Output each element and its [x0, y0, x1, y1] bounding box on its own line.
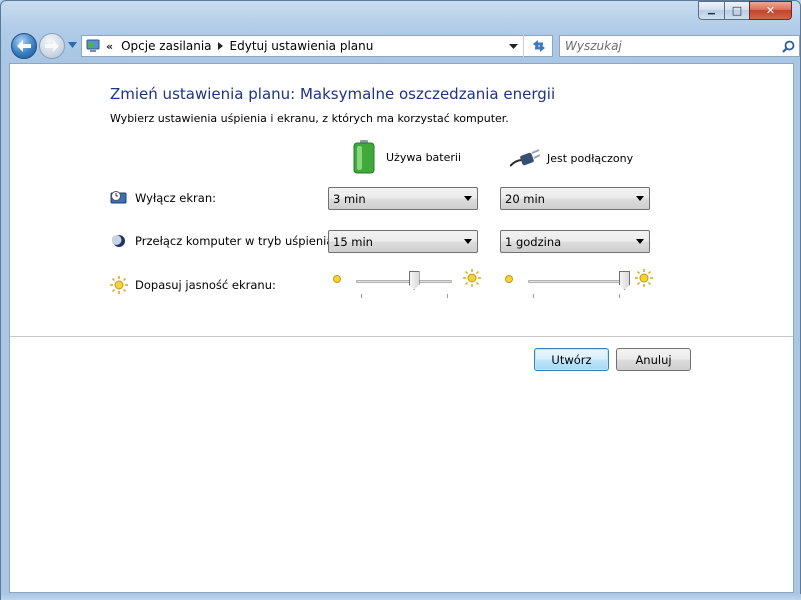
sleep-label: Przełącz komputer w tryb uśpienia: — [135, 234, 338, 248]
arrow-left-icon — [17, 40, 31, 52]
back-button[interactable] — [11, 33, 37, 59]
slider-track — [356, 280, 452, 283]
search-button[interactable] — [777, 36, 799, 56]
sleep-plugged-value: 1 godzina — [505, 234, 562, 249]
column-header-battery: Używa baterii — [353, 140, 461, 174]
display-battery-value: 3 min — [333, 191, 366, 206]
battery-icon — [353, 140, 375, 174]
chevron-down-icon — [636, 239, 644, 244]
sleep-plugged-select[interactable]: 1 godzina — [500, 230, 650, 253]
display-label: Wyłącz ekran: — [135, 191, 216, 205]
refresh-icon — [532, 40, 545, 52]
slider-thumb[interactable] — [619, 271, 630, 290]
brightness-high-icon — [463, 269, 481, 287]
create-button[interactable]: Utwórz — [534, 348, 609, 371]
slider-thumb[interactable] — [408, 271, 420, 290]
close-button[interactable]: ✕ — [749, 1, 792, 20]
chevron-down-icon — [636, 196, 644, 201]
brightness-high-icon — [635, 269, 653, 287]
breadcrumb-item-edit-plan[interactable]: Edytuj ustawienia planu — [227, 39, 377, 53]
recent-pages-button[interactable] — [67, 39, 77, 51]
brightness-plugged-slider[interactable] — [504, 269, 653, 301]
section-divider — [10, 336, 793, 337]
arrow-right-icon — [45, 40, 59, 52]
cancel-button[interactable]: Anuluj — [616, 348, 691, 371]
refresh-button[interactable] — [523, 35, 553, 57]
control-panel-icon — [82, 36, 104, 56]
display-plugged-value: 20 min — [505, 191, 545, 206]
page-subtitle: Wybierz ustawienia uśpienia i ekranu, z … — [110, 112, 509, 125]
power-plug-icon — [510, 149, 540, 167]
monitor-clock-icon — [110, 189, 128, 207]
navigation-bar: « Opcje zasilania Edytuj ustawienia plan… — [9, 31, 800, 61]
forward-button[interactable] — [39, 33, 65, 59]
chevron-down-icon — [464, 239, 472, 244]
slider-track — [528, 280, 624, 283]
brightness-icon — [110, 276, 128, 294]
slider-tick-end — [447, 294, 448, 298]
column-label-plugged: Jest podłączony — [547, 151, 634, 165]
chevron-down-icon — [464, 196, 472, 201]
content-panel: Zmień ustawienia planu: Maksymalne oszcz… — [9, 63, 794, 593]
slider-tick-start — [361, 294, 362, 298]
maximize-icon: □ — [731, 4, 743, 17]
maximize-button[interactable]: □ — [724, 1, 749, 20]
moon-icon — [110, 232, 128, 250]
address-dropdown-button[interactable] — [504, 36, 522, 56]
breadcrumb-separator-icon[interactable] — [215, 42, 227, 50]
display-battery-select[interactable]: 3 min — [328, 187, 478, 210]
breadcrumb-item-power-options[interactable]: Opcje zasilania — [118, 39, 214, 53]
row-label-display: Wyłącz ekran: — [110, 189, 216, 207]
search-box — [559, 35, 800, 57]
brightness-battery-slider[interactable] — [332, 269, 481, 301]
slider-tick-start — [533, 294, 534, 298]
minimize-icon: ▁ — [708, 5, 715, 15]
page-title: Zmień ustawienia planu: Maksymalne oszcz… — [110, 85, 556, 103]
window-bottom-border — [1, 594, 801, 600]
row-label-sleep: Przełącz komputer w tryb uśpienia: — [110, 232, 337, 250]
slider-tick-end — [619, 294, 620, 298]
address-bar[interactable]: « Opcje zasilania Edytuj ustawienia plan… — [81, 35, 553, 57]
caption-buttons: ▁ □ ✕ — [698, 1, 792, 20]
display-plugged-select[interactable]: 20 min — [500, 187, 650, 210]
column-header-plugged: Jest podłączony — [510, 148, 633, 168]
brightness-low-icon — [505, 275, 513, 283]
search-icon — [781, 40, 794, 53]
chevron-down-icon — [508, 43, 518, 49]
window-frame: ▁ □ ✕ « Opcje zasilania Edytuj ustawieni… — [0, 0, 801, 600]
close-icon: ✕ — [765, 4, 776, 17]
sleep-battery-value: 15 min — [333, 234, 373, 249]
breadcrumb-overflow[interactable]: « — [106, 40, 113, 53]
search-input[interactable] — [560, 37, 777, 55]
chevron-down-icon — [67, 42, 77, 48]
sleep-battery-select[interactable]: 15 min — [328, 230, 478, 253]
row-label-brightness: Dopasuj jasność ekranu: — [110, 276, 276, 294]
brightness-label: Dopasuj jasność ekranu: — [135, 278, 276, 292]
brightness-low-icon — [333, 275, 341, 283]
minimize-button[interactable]: ▁ — [698, 1, 724, 20]
column-label-battery: Używa baterii — [386, 150, 462, 164]
